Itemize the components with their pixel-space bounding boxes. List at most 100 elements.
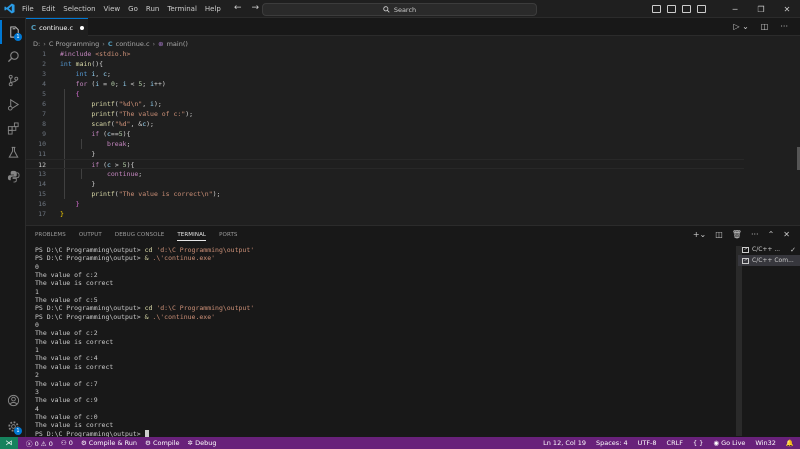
activity-bar: 1 1 [0, 18, 26, 437]
terminal-line: 1 [35, 287, 39, 296]
indentation-status[interactable]: Spaces: 4 [596, 439, 628, 447]
toggle-secondary-sidebar-icon[interactable] [682, 5, 691, 13]
code-line: 4 for (i = 0; i < 5; i++) [26, 79, 786, 89]
editor-tab-bar: C continue.c ▷ ⌄ ◫ ··· [26, 18, 800, 36]
terminal-prompt: PS D:\C Programming\output> [35, 312, 145, 321]
search-view-icon[interactable] [0, 44, 26, 68]
terminal-line: 0 [35, 262, 39, 271]
code-line: 11 } [26, 149, 786, 159]
line-number: 11 [38, 150, 46, 158]
back-arrow-icon[interactable]: ← [234, 3, 242, 13]
menu-view[interactable]: View [100, 5, 125, 13]
line-number: 9 [42, 130, 46, 138]
cursor-position[interactable]: Ln 12, Col 19 [543, 439, 586, 447]
line-number: 10 [38, 140, 46, 148]
source-control-icon[interactable] [0, 68, 26, 92]
code-line: 10 break; [26, 139, 786, 149]
menu-go[interactable]: Go [124, 5, 142, 13]
close-panel-icon[interactable]: ✕ [783, 230, 790, 239]
go-live-status[interactable]: ◉ Go Live [713, 439, 745, 447]
terminal-list-item-selected[interactable]: > C/C++ Com... [738, 255, 800, 266]
new-terminal-plus-icon[interactable]: +⌄ [693, 230, 706, 239]
notifications-bell-icon[interactable]: 🔔 [786, 439, 794, 447]
restore-button[interactable]: ❐ [748, 0, 774, 18]
terminal-scrollbar[interactable] [736, 246, 742, 436]
terminal-list-item[interactable]: > C/C++ ... ✓ [738, 244, 800, 255]
check-icon: ✓ [790, 245, 796, 254]
status-bar: ⋊ ⓧ 0 ⚠ 0 ⚇ 0 ⚙ Compile & Run ⚙ Compile … [0, 437, 800, 449]
run-and-debug-icon[interactable] [0, 92, 26, 116]
menu-terminal[interactable]: Terminal [163, 5, 201, 13]
close-window-button[interactable]: ✕ [774, 0, 800, 18]
warning-count: 0 [48, 440, 53, 448]
split-editor-icon[interactable]: ◫ [761, 22, 769, 31]
breadcrumb-symbol[interactable]: main() [167, 40, 188, 48]
ports-icon: ⚇ [60, 439, 67, 447]
forward-arrow-icon[interactable]: → [252, 3, 260, 13]
split-terminal-icon[interactable]: ◫ [715, 230, 723, 239]
tab-output[interactable]: OUTPUT [79, 232, 102, 241]
breadcrumb-file[interactable]: continue.c [116, 40, 150, 48]
testing-flask-icon[interactable] [0, 140, 26, 164]
terminal-line: 4 [35, 404, 39, 413]
menu-edit[interactable]: Edit [38, 5, 60, 13]
terminal-argument: 'd:\C Programming\output' [156, 246, 255, 254]
menu-selection[interactable]: Selection [59, 5, 99, 13]
terminal-line: The value is correct [35, 337, 114, 346]
terminal-output[interactable]: PS D:\C Programming\output> cd 'd:\C Pro… [35, 246, 735, 438]
breadcrumb-drive[interactable]: D: [33, 40, 40, 48]
terminal-command: cd [144, 246, 153, 254]
tab-ports[interactable]: PORTS [219, 232, 237, 241]
eol-status[interactable]: CRLF [667, 439, 683, 447]
compile-run-label: Compile & Run [88, 439, 138, 447]
code-line: 5 { [26, 89, 786, 99]
tab-debug-console[interactable]: DEBUG CONSOLE [115, 232, 164, 241]
tab-problems[interactable]: PROBLEMS [35, 232, 66, 241]
compile-status[interactable]: ⚙ Compile [145, 439, 180, 447]
debug-status[interactable]: ✲ Debug [188, 439, 217, 447]
minimize-button[interactable]: ─ [722, 0, 748, 18]
more-actions-icon[interactable]: ··· [780, 22, 788, 31]
more-actions-icon[interactable]: ··· [751, 230, 759, 239]
customize-layout-icon[interactable] [697, 5, 706, 13]
editor-tab-continue-c[interactable]: C continue.c [26, 18, 88, 36]
command-center-search[interactable]: Search [262, 3, 537, 16]
terminal-line: The value of c:2 [35, 329, 98, 338]
manage-gear-icon[interactable]: 1 [0, 414, 26, 438]
line-number: 14 [38, 180, 46, 188]
terminal-line: The value of c:2 [35, 271, 98, 280]
ports-status[interactable]: ⚇ 0 [61, 439, 73, 447]
python-icon[interactable] [0, 164, 26, 188]
problems-status[interactable]: ⓧ 0 ⚠ 0 [26, 438, 53, 448]
menu-file[interactable]: File [18, 5, 38, 13]
account-icon[interactable] [0, 388, 26, 412]
terminal-line: 0 [35, 321, 39, 330]
run-code-icon[interactable]: ▷ ⌄ [733, 22, 748, 31]
language-braces-icon[interactable]: { } [693, 439, 703, 447]
code-line: 14 } [26, 179, 786, 189]
compile-run-status[interactable]: ⚙ Compile & Run [81, 439, 137, 447]
kill-terminal-trash-icon[interactable]: 🗑 [732, 230, 742, 239]
search-label: Search [393, 5, 417, 14]
maximize-panel-chevron-icon[interactable]: ⌃ [768, 230, 775, 239]
encoding-status[interactable]: UTF-8 [638, 439, 657, 447]
compile-label: Compile [152, 439, 180, 447]
toggle-panel-icon[interactable] [667, 5, 676, 13]
bottom-panel: PROBLEMS OUTPUT DEBUG CONSOLE TERMINAL P… [26, 225, 800, 438]
platform-status[interactable]: Win32 [755, 439, 775, 447]
toggle-primary-sidebar-icon[interactable] [652, 5, 661, 13]
breadcrumb-folder[interactable]: C Programming [49, 40, 99, 48]
menu-bar: File Edit Selection View Go Run Terminal… [18, 0, 225, 18]
tab-terminal[interactable]: TERMINAL [177, 232, 207, 241]
remote-indicator-icon[interactable]: ⋊ [0, 437, 18, 449]
extensions-icon[interactable] [0, 116, 26, 140]
search-icon [383, 6, 390, 13]
explorer-icon[interactable]: 1 [0, 20, 26, 44]
editor-scrollbar[interactable] [790, 49, 800, 225]
terminal-line: The value is correct [35, 421, 114, 430]
code-editor[interactable]: 1 #include <stdio.h> 2 int main(){ 3 int i… [26, 49, 800, 225]
menu-run[interactable]: Run [142, 5, 163, 13]
menu-help[interactable]: Help [201, 5, 225, 13]
ports-count: 0 [68, 439, 73, 447]
unsaved-dot-icon[interactable] [80, 25, 85, 30]
